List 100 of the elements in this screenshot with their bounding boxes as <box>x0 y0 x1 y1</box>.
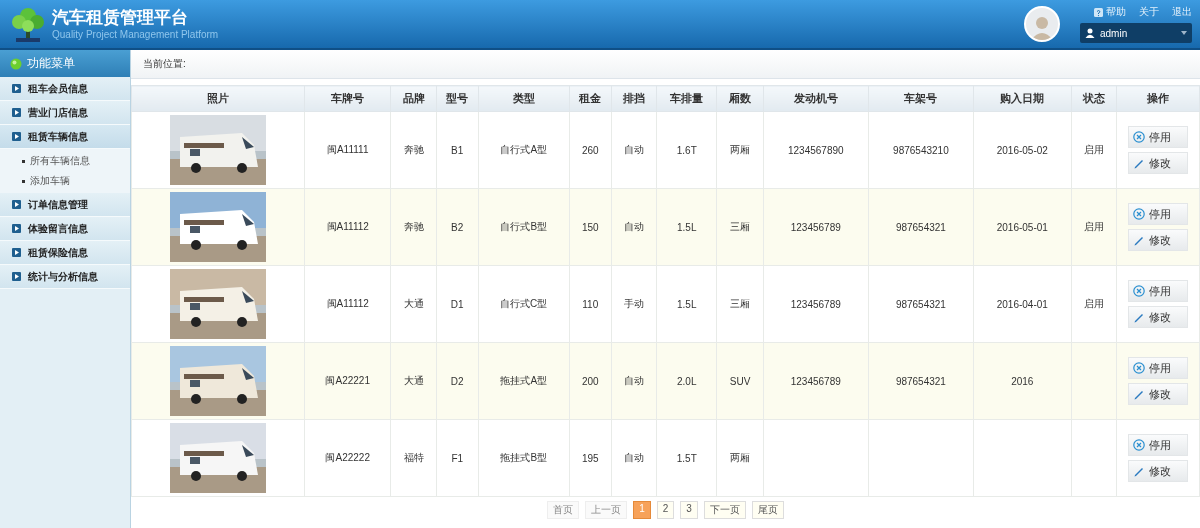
table-cell: 闽A22222 <box>325 452 370 463</box>
app-subtitle: Quality Project Management Platform <box>52 29 219 41</box>
table-cell: 闽A11111 <box>326 144 369 155</box>
table-cell: 9876543210 <box>893 144 949 156</box>
breadcrumb-label: 当前位置: <box>143 57 186 71</box>
close-circle-icon <box>1133 439 1145 451</box>
table-cell: 987654321 <box>895 221 946 233</box>
column-header: 车架号 <box>868 85 974 112</box>
table-cell: 2.0L <box>677 375 697 387</box>
edit-button[interactable]: 修改 <box>1128 229 1188 251</box>
pencil-icon <box>1133 157 1145 169</box>
table-cell: 1.5L <box>677 221 697 233</box>
table-cell: 987654321 <box>895 298 946 310</box>
play-square-icon <box>12 108 21 117</box>
page-button[interactable]: 下一页 <box>703 501 746 519</box>
table-cell: 自动 <box>623 375 644 386</box>
column-header: 类型 <box>478 85 570 112</box>
sphere-icon <box>10 57 22 70</box>
table-cell: 自动 <box>623 144 644 155</box>
column-header: 状态 <box>1071 85 1117 112</box>
disable-button[interactable]: 停用 <box>1128 203 1188 225</box>
table-cell: 闽A11112 <box>326 221 369 232</box>
pencil-icon <box>1133 388 1145 400</box>
table-cell: 110 <box>582 298 599 310</box>
table-cell: 自行式C型 <box>500 298 548 309</box>
column-header: 发动机号 <box>763 85 869 112</box>
table-cell: B1 <box>451 144 464 156</box>
table-cell: 启用 <box>1083 221 1104 232</box>
column-header: 品牌 <box>390 85 437 112</box>
table-cell: 2016 <box>1011 375 1034 387</box>
table-cell: 闽A22221 <box>325 375 370 386</box>
table-cell: 123456789 <box>790 298 841 310</box>
column-header: 厢数 <box>716 85 764 112</box>
column-header: 型号 <box>436 85 479 112</box>
table-cell: 两厢 <box>730 452 751 463</box>
table-cell: 大通 <box>403 298 424 309</box>
caret-icon <box>1181 31 1187 35</box>
pencil-icon <box>1133 234 1145 246</box>
table-cell: 大通 <box>403 375 424 386</box>
user-dropdown[interactable]: admin <box>1080 23 1192 43</box>
disable-button[interactable]: 停用 <box>1128 280 1188 302</box>
page-button[interactable]: 尾页 <box>751 501 784 519</box>
table-cell: 123456789 <box>790 221 841 233</box>
sidebar-subitem[interactable]: 添加车辆 <box>0 171 130 191</box>
edit-button[interactable]: 修改 <box>1128 383 1188 405</box>
pencil-icon <box>1133 311 1145 323</box>
bullet-icon <box>22 179 25 183</box>
table-cell: 自行式A型 <box>500 144 548 155</box>
table-cell: F1 <box>451 452 464 464</box>
edit-button[interactable]: 修改 <box>1128 152 1188 174</box>
table-cell: 拖挂式A型 <box>500 375 548 386</box>
close-circle-icon <box>1133 285 1145 297</box>
table-cell: 福特 <box>403 452 424 463</box>
table-cell: 奔驰 <box>403 221 424 232</box>
sidebar-title: 功能菜单 <box>27 55 75 72</box>
table-cell: 启用 <box>1083 144 1104 155</box>
table-cell: 自动 <box>623 221 644 232</box>
edit-button[interactable]: 修改 <box>1128 306 1188 328</box>
table-cell: 1.5L <box>677 298 697 310</box>
user-name: admin <box>1100 27 1129 39</box>
table-cell: 260 <box>581 144 599 156</box>
table-cell: 200 <box>581 375 599 387</box>
play-square-icon <box>12 272 21 281</box>
table-cell: 2016-04-01 <box>996 298 1048 310</box>
table-cell: 1.6T <box>676 144 697 156</box>
table-cell: 150 <box>581 221 599 233</box>
bullet-icon <box>22 159 25 163</box>
pencil-icon <box>1133 465 1145 477</box>
page-button[interactable]: 2 <box>656 501 675 519</box>
disable-button[interactable]: 停用 <box>1128 357 1188 379</box>
table-cell: 1.5T <box>676 452 697 464</box>
table-cell: 两厢 <box>730 144 751 155</box>
column-header: 操作 <box>1116 85 1200 112</box>
sidebar-subitem[interactable]: 所有车辆信息 <box>0 151 130 171</box>
table-cell: 三厢 <box>730 298 751 309</box>
column-header: 照片 <box>131 85 305 112</box>
column-header: 车排量 <box>656 85 717 112</box>
table-cell: 自行式B型 <box>500 221 548 232</box>
page-button[interactable]: 3 <box>680 501 698 519</box>
table-cell: 自动 <box>623 452 644 463</box>
table-cell: B2 <box>451 221 464 233</box>
disable-button[interactable]: 停用 <box>1128 126 1188 148</box>
table-cell: 三厢 <box>730 221 751 232</box>
table-cell: 1234567890 <box>787 144 844 156</box>
table-cell: D2 <box>450 375 464 387</box>
user-icon <box>1085 28 1095 38</box>
play-square-icon <box>12 248 21 257</box>
app-title: 汽车租赁管理平台 <box>52 7 189 29</box>
table-cell: 123456789 <box>790 375 841 387</box>
table-cell: 闽A11112 <box>326 298 369 309</box>
disable-button[interactable]: 停用 <box>1128 434 1188 456</box>
column-header: 租金 <box>569 85 612 112</box>
table-cell: 启用 <box>1083 298 1104 309</box>
close-circle-icon <box>1133 362 1145 374</box>
edit-button[interactable]: 修改 <box>1128 460 1188 482</box>
play-square-icon <box>12 132 21 141</box>
play-square-icon <box>12 200 21 209</box>
column-header: 排挡 <box>611 85 657 112</box>
help-icon <box>1094 7 1103 17</box>
sidebar-item[interactable]: 租赁车辆信息 <box>0 125 130 149</box>
